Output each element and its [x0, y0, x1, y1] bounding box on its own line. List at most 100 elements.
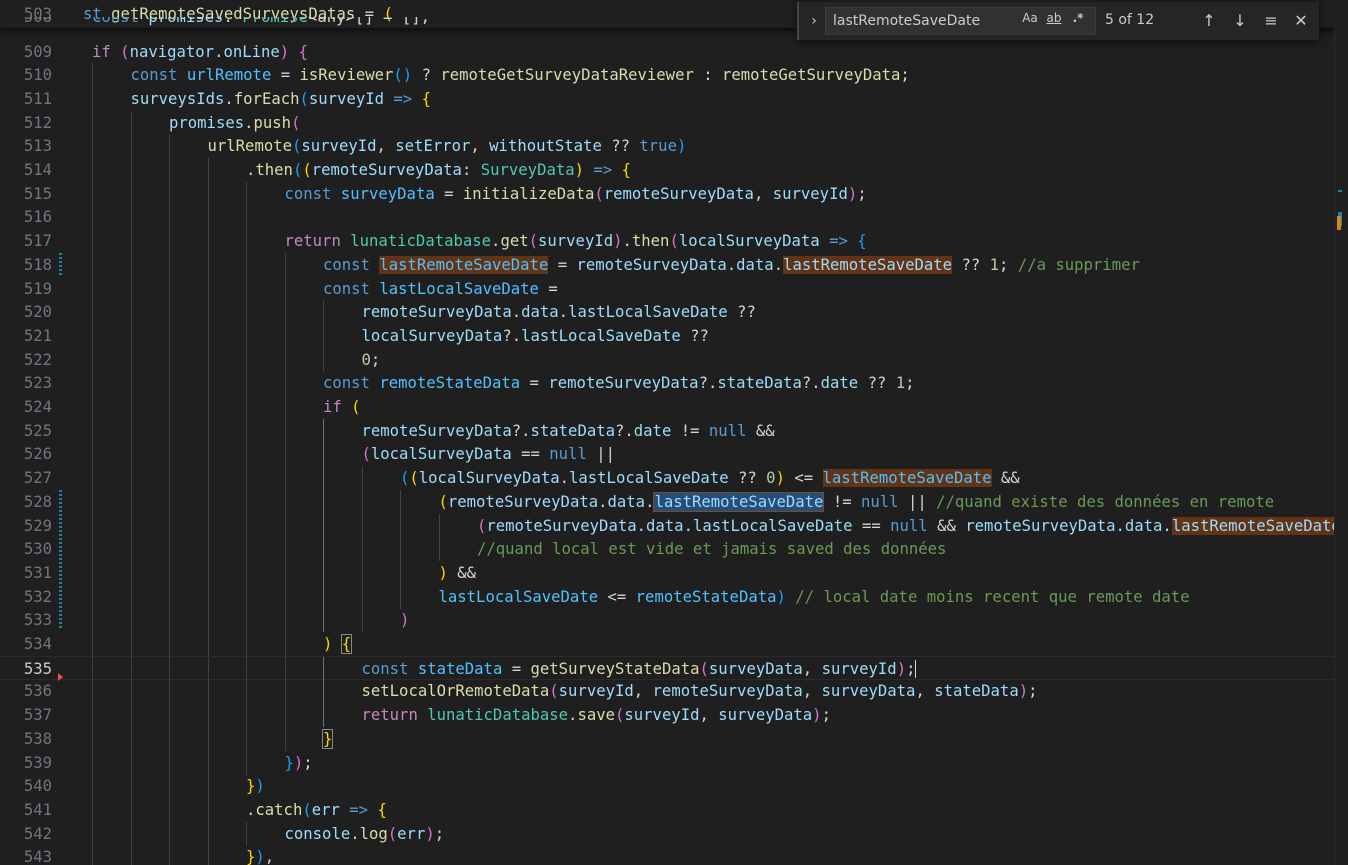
- code-token: ;: [900, 66, 910, 85]
- match-case-label: Aa: [1022, 11, 1038, 25]
- line-number: 540: [23, 777, 52, 796]
- code-token: surveyId: [772, 184, 848, 203]
- line-code: urlRemote(surveyId, setError, withoutSta…: [208, 134, 687, 158]
- code-token: {: [421, 89, 431, 108]
- code-token: then: [255, 161, 293, 179]
- code-token: =: [434, 184, 463, 203]
- code-line[interactable]: 511 surveysIds.forEach(surveyId => {: [0, 86, 1335, 111]
- indent-guide: [246, 608, 247, 633]
- code-line[interactable]: 525 remoteSurveyData?.stateData?.date != …: [0, 418, 1335, 443]
- code-line[interactable]: 537 return lunaticDatabase.save(surveyId,…: [0, 703, 1335, 728]
- code-line[interactable]: 538}: [0, 726, 1335, 751]
- code-token: null: [890, 516, 928, 535]
- code-line[interactable]: 515 const surveyData = initializeData(rem…: [0, 181, 1335, 206]
- code-token: //a supprimer: [1017, 255, 1140, 274]
- code-token: get: [500, 232, 529, 251]
- indent-guide: [361, 537, 363, 562]
- code-token: ?: [412, 66, 441, 85]
- find-in-selection-button[interactable]: ≡: [1261, 11, 1281, 31]
- code-line[interactable]: 543}),: [0, 845, 1335, 865]
- code-token: setLocalOrRemoteData: [361, 682, 550, 701]
- code-line[interactable]: 520 remoteSurveyData.data.lastLocalSaveDa…: [0, 300, 1335, 325]
- code-line[interactable]: 517 return lunaticDatabase.get(surveyId).…: [0, 229, 1335, 254]
- code-token: ): [1018, 682, 1029, 701]
- code-line[interactable]: 513 urlRemote(surveyId, setError, without…: [0, 134, 1335, 159]
- toggle-replace-button[interactable]: ›: [805, 11, 823, 31]
- code-token: navigator: [129, 42, 215, 61]
- next-match-button[interactable]: ↓: [1230, 11, 1250, 31]
- code-line[interactable]: 528 (remoteSurveyData.data.lastRemoteSave…: [0, 489, 1335, 514]
- match-case-button[interactable]: Aa: [1021, 9, 1039, 27]
- indent-guide: [130, 134, 132, 159]
- code-token: !=: [823, 492, 862, 511]
- code-line[interactable]: 514 .then((remoteSurveyData: SurveyData) …: [0, 158, 1335, 182]
- line-number: 521: [23, 326, 52, 345]
- code-line[interactable]: 540}): [0, 774, 1335, 799]
- code-token: =: [538, 279, 558, 298]
- code-line[interactable]: 536 setLocalOrRemoteData(surveyId, remote…: [0, 679, 1335, 704]
- indent-guide: [246, 703, 247, 728]
- code-line[interactable]: 539});: [0, 750, 1335, 775]
- code-line[interactable]: 516: [0, 205, 1335, 230]
- previous-match-button[interactable]: ↑: [1199, 11, 1219, 31]
- indent-guide: [400, 560, 401, 585]
- code-line[interactable]: 531) &&: [0, 560, 1335, 585]
- code-line[interactable]: 509 if (navigator.onLine) {: [0, 40, 1335, 64]
- code-line[interactable]: 522 0;: [0, 347, 1335, 372]
- indent-guide: [92, 63, 93, 88]
- code-line[interactable]: 532 lastLocalSaveDate <= remoteStateData)…: [0, 584, 1335, 609]
- code-line[interactable]: 542 console.log(err);: [0, 821, 1335, 846]
- code-token: remoteSurveyData: [361, 421, 512, 440]
- code-line[interactable]: 541 .catch(err => {: [0, 797, 1335, 822]
- code-token: null: [861, 492, 899, 511]
- git-modified-marker[interactable]: [59, 489, 62, 630]
- indent-guide: [130, 395, 132, 419]
- code-line[interactable]: 523 const remoteStateData = remoteSurveyD…: [0, 371, 1335, 396]
- indent-guide: [207, 347, 209, 372]
- indent-guide: [323, 679, 324, 704]
- code-token: &&: [991, 469, 1020, 488]
- close-find-button[interactable]: ✕: [1291, 11, 1311, 31]
- code-line[interactable]: 510 const urlRemote = isReviewer() ? remo…: [0, 63, 1335, 88]
- indent-guide: [323, 418, 324, 443]
- indent-guide: [207, 323, 209, 348]
- code-line[interactable]: 521 localSurveyData?.lastLocalSaveDate ??: [0, 323, 1335, 348]
- code-token: const: [284, 184, 341, 203]
- line-number: 510: [23, 66, 52, 85]
- indent-guide: [438, 513, 440, 538]
- git-modified-marker[interactable]: [59, 252, 62, 275]
- code-token: {: [340, 634, 353, 654]
- close-icon: ✕: [1294, 11, 1308, 30]
- indent-guide: [246, 323, 247, 348]
- code-line[interactable]: 535 const stateData = getSurveyStateData(…: [0, 655, 1335, 681]
- editor-scrollbar[interactable]: [1334, 0, 1348, 865]
- code-line[interactable]: 512 promises.push(: [0, 110, 1335, 135]
- use-regex-button[interactable]: .*: [1069, 9, 1087, 27]
- code-line[interactable]: 534) {: [0, 632, 1335, 656]
- indent-guide: [92, 276, 93, 301]
- code-line[interactable]: 533): [0, 608, 1335, 633]
- code-line[interactable]: 524 if (: [0, 395, 1335, 419]
- indent-guide: [246, 371, 247, 396]
- line-number: 543: [23, 848, 52, 865]
- code-token: null: [708, 421, 747, 440]
- indent-guide: [92, 632, 93, 656]
- code-line[interactable]: 527 ((localSurveyData.lastLocalSaveDate ?…: [0, 466, 1335, 491]
- code-editor[interactable]: 503st getRemoteSavedSurveysDatas = (508 c…: [0, 0, 1335, 865]
- indent-guide: [284, 442, 286, 467]
- code-token: ;: [821, 706, 831, 725]
- match-whole-word-button[interactable]: ab: [1044, 9, 1064, 27]
- indent-guide: [130, 797, 132, 822]
- code-line[interactable]: 519 const lastLocalSaveDate =: [0, 276, 1335, 301]
- code-line[interactable]: 526 (localSurveyData == null ||: [0, 442, 1335, 467]
- line-code: const lastLocalSaveDate =: [323, 277, 558, 301]
- code-line[interactable]: 530 //quand local est vide et jamais save…: [0, 537, 1335, 562]
- error-marker[interactable]: [58, 673, 63, 682]
- code-token: localSurveyData: [418, 469, 560, 488]
- code-token: data: [1124, 516, 1163, 535]
- code-line[interactable]: 518 const lastRemoteSaveDate = remoteSurv…: [0, 252, 1335, 277]
- code-token: localSurveyData: [678, 232, 820, 251]
- code-line[interactable]: 529 (remoteSurveyData.data.lastLocalSaveD…: [0, 513, 1335, 538]
- code-token: then: [631, 232, 670, 251]
- indent-guide: [284, 513, 286, 538]
